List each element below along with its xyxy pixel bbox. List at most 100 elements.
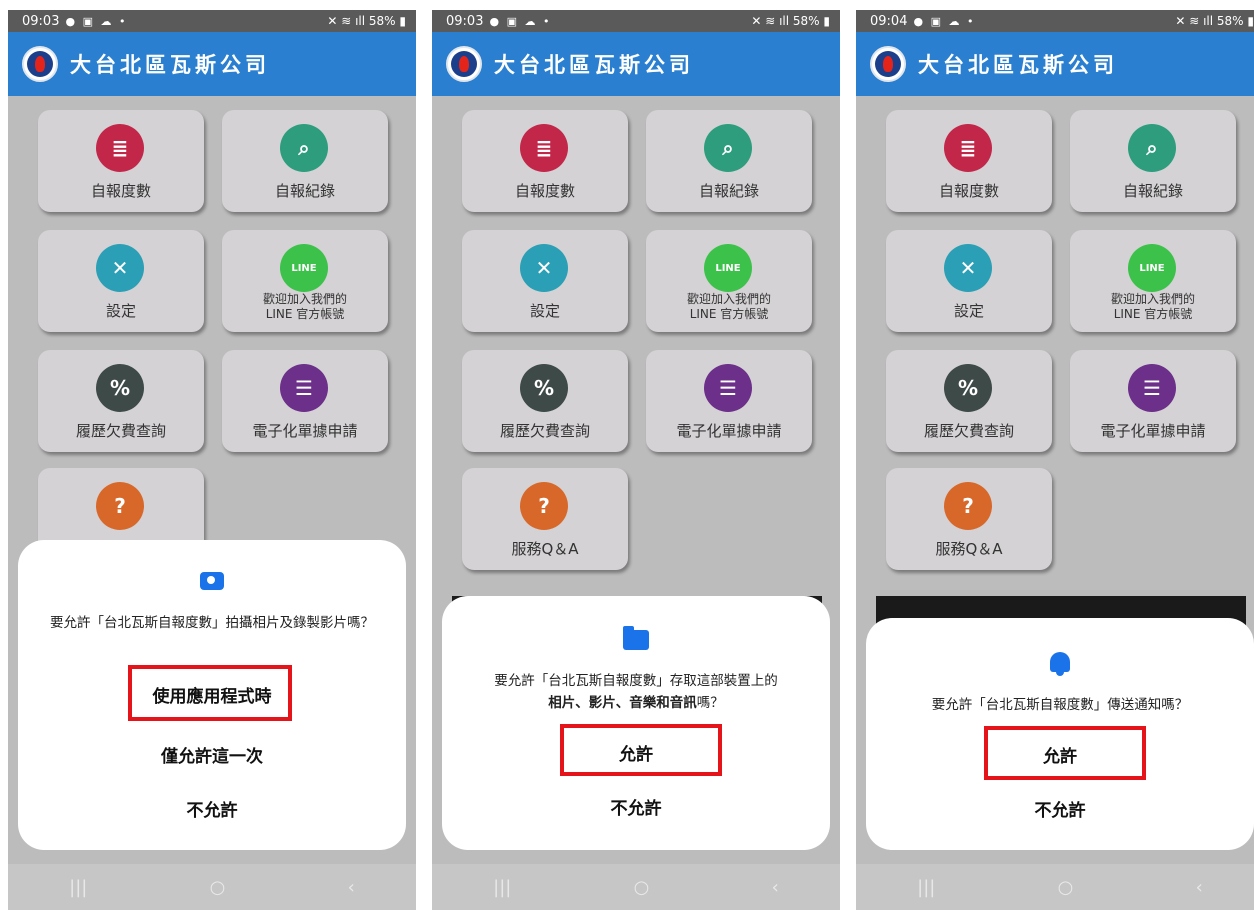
tile-line-official[interactable]: LINE 歡迎加入我們的 LINE 官方帳號 — [222, 230, 388, 332]
recent-apps-icon[interactable]: ||| — [493, 877, 511, 898]
records-icon: ⌕ — [704, 124, 752, 172]
app-bar: 大台北區瓦斯公司 — [856, 32, 1254, 96]
status-time: 09:03 — [446, 13, 484, 29]
app-title: 大台北區瓦斯公司 — [494, 53, 694, 77]
tile-label: 自報紀錄 — [274, 182, 335, 200]
tile-e-bill[interactable]: ☰ 電子化單據申請 — [646, 350, 812, 452]
back-icon[interactable]: ‹ — [1196, 877, 1203, 898]
report-icon: ≣ — [96, 124, 144, 172]
permission-dialog: 要允許「台北瓦斯自報度數」傳送通知嗎？ 允許 不允許 — [866, 618, 1254, 850]
home-icon[interactable]: ○ — [634, 877, 650, 898]
tile-settings[interactable]: ✕ 設定 — [886, 230, 1052, 332]
checklist-icon: ☰ — [704, 364, 752, 412]
tile-label: 服務Q＆A — [511, 540, 579, 558]
tools-icon: ✕ — [520, 244, 568, 292]
deny-button[interactable]: 不允許 — [611, 794, 662, 819]
company-logo — [446, 46, 482, 82]
status-right: ✕ ≋ ıll 58% ▮ — [1175, 14, 1254, 28]
report-icon: ≣ — [944, 124, 992, 172]
tile-history[interactable]: % 履歷欠費查詢 — [462, 350, 628, 452]
tile-label: 自報度數 — [514, 182, 575, 200]
allow-while-using-button[interactable]: 使用應用程式時 — [153, 682, 272, 707]
back-icon[interactable]: ‹ — [772, 877, 779, 898]
history-search-icon: % — [520, 364, 568, 412]
bell-icon — [1050, 652, 1070, 676]
tile-label: 電子化單據申請 — [1100, 422, 1206, 440]
phone-screen-2: 09:03 ● ▣ ☁ • ✕ ≋ ıll 58% ▮ 大台北區瓦斯公司 ≣ 自… — [432, 10, 840, 910]
line-icon: LINE — [704, 244, 752, 292]
status-right: ✕ ≋ ıll 58% ▮ — [327, 14, 406, 28]
status-right: ✕ ≋ ıll 58% ▮ — [751, 14, 830, 28]
phone-screen-3: 09:04 ● ▣ ☁ • ✕ ≋ ıll 58% ▮ 大台北區瓦斯公司 ≣ 自… — [856, 10, 1254, 910]
tile-e-bill[interactable]: ☰ 電子化單據申請 — [222, 350, 388, 452]
tile-label: 服務Q＆A — [935, 540, 1003, 558]
recent-apps-icon[interactable]: ||| — [69, 877, 87, 898]
dialog-message: 要允許「台北瓦斯自報度數」拍攝相片及錄製影片嗎？ — [50, 615, 374, 631]
tile-label: 設定 — [529, 302, 560, 320]
home-icon[interactable]: ○ — [1058, 877, 1074, 898]
tile-report-records[interactable]: ⌕ 自報紀錄 — [646, 110, 812, 212]
tile-self-report[interactable]: ≣ 自報度數 — [886, 110, 1052, 212]
tile-label: 設定 — [953, 302, 984, 320]
notification-icons: ● ▣ ☁ • — [65, 14, 128, 28]
status-bar: 09:03 ● ▣ ☁ • ✕ ≋ ıll 58% ▮ — [432, 10, 840, 32]
tile-label: 電子化單據申請 — [676, 422, 782, 440]
permission-dialog: 要允許「台北瓦斯自報度數」存取這部裝置上的 相片、影片、音樂和音訊嗎？ 允許 不允… — [442, 596, 830, 850]
nav-bar: ||| ○ ‹ — [432, 864, 840, 910]
allow-button[interactable]: 允許 — [1043, 742, 1077, 767]
app-title: 大台北區瓦斯公司 — [70, 53, 270, 77]
tile-line-official[interactable]: LINE 歡迎加入我們的 LINE 官方帳號 — [646, 230, 812, 332]
battery-level: 58% — [1216, 14, 1244, 28]
allow-once-button[interactable]: 僅允許這一次 — [161, 742, 263, 767]
tile-faq[interactable]: ? 服務Q＆A — [462, 468, 628, 570]
tile-label: 歡迎加入我們的 LINE 官方帳號 — [262, 292, 347, 321]
app-title: 大台北區瓦斯公司 — [918, 53, 1118, 77]
status-time: 09:03 — [22, 13, 60, 29]
company-logo — [22, 46, 58, 82]
tile-label: 履歷欠費查詢 — [75, 422, 166, 440]
tile-history[interactable]: % 履歷欠費查詢 — [886, 350, 1052, 452]
tile-label: 自報紀錄 — [1122, 182, 1183, 200]
tile-label: 電子化單據申請 — [252, 422, 358, 440]
recent-apps-icon[interactable]: ||| — [917, 877, 935, 898]
allow-button[interactable]: 允許 — [619, 740, 653, 765]
faq-icon: ? — [944, 482, 992, 530]
home-icon[interactable]: ○ — [210, 877, 226, 898]
tile-self-report[interactable]: ≣ 自報度數 — [38, 110, 204, 212]
tools-icon: ✕ — [944, 244, 992, 292]
tile-label: 設定 — [105, 302, 136, 320]
tile-self-report[interactable]: ≣ 自報度數 — [462, 110, 628, 212]
tile-report-records[interactable]: ⌕ 自報紀錄 — [1070, 110, 1236, 212]
tools-icon: ✕ — [96, 244, 144, 292]
tile-faq[interactable]: ? 服務Q＆A — [886, 468, 1052, 570]
tile-label: 歡迎加入我們的 LINE 官方帳號 — [1110, 292, 1195, 321]
app-bar: 大台北區瓦斯公司 — [8, 32, 416, 96]
history-search-icon: % — [944, 364, 992, 412]
company-logo — [870, 46, 906, 82]
back-icon[interactable]: ‹ — [348, 877, 355, 898]
dialog-message: 要允許「台北瓦斯自報度數」傳送通知嗎？ — [931, 697, 1189, 713]
notification-icons: ● ▣ ☁ • — [913, 14, 976, 28]
status-time: 09:04 — [870, 13, 908, 29]
deny-button[interactable]: 不允許 — [1035, 796, 1086, 821]
checklist-icon: ☰ — [280, 364, 328, 412]
folder-icon — [623, 626, 649, 650]
tile-line-official[interactable]: LINE 歡迎加入我們的 LINE 官方帳號 — [1070, 230, 1236, 332]
status-bar: 09:04 ● ▣ ☁ • ✕ ≋ ıll 58% ▮ — [856, 10, 1254, 32]
tile-e-bill[interactable]: ☰ 電子化單據申請 — [1070, 350, 1236, 452]
status-bar: 09:03 ● ▣ ☁ • ✕ ≋ ıll 58% ▮ — [8, 10, 416, 32]
tile-report-records[interactable]: ⌕ 自報紀錄 — [222, 110, 388, 212]
deny-button[interactable]: 不允許 — [187, 796, 238, 821]
faq-icon: ? — [520, 482, 568, 530]
tile-label: 自報紀錄 — [698, 182, 759, 200]
tile-label: 歡迎加入我們的 LINE 官方帳號 — [686, 292, 771, 321]
tile-label: 自報度數 — [90, 182, 151, 200]
tile-settings[interactable]: ✕ 設定 — [462, 230, 628, 332]
tile-settings[interactable]: ✕ 設定 — [38, 230, 204, 332]
tile-label: 履歷欠費查詢 — [923, 422, 1014, 440]
permission-dialog: 要允許「台北瓦斯自報度數」拍攝相片及錄製影片嗎？ 使用應用程式時 僅允許這一次 … — [18, 540, 406, 850]
tile-history[interactable]: % 履歷欠費查詢 — [38, 350, 204, 452]
phone-screen-1: 09:03 ● ▣ ☁ • ✕ ≋ ıll 58% ▮ 大台北區瓦斯公司 ≣ 自… — [8, 10, 416, 910]
nav-bar: ||| ○ ‹ — [8, 864, 416, 910]
nav-bar: ||| ○ ‹ — [856, 864, 1254, 910]
